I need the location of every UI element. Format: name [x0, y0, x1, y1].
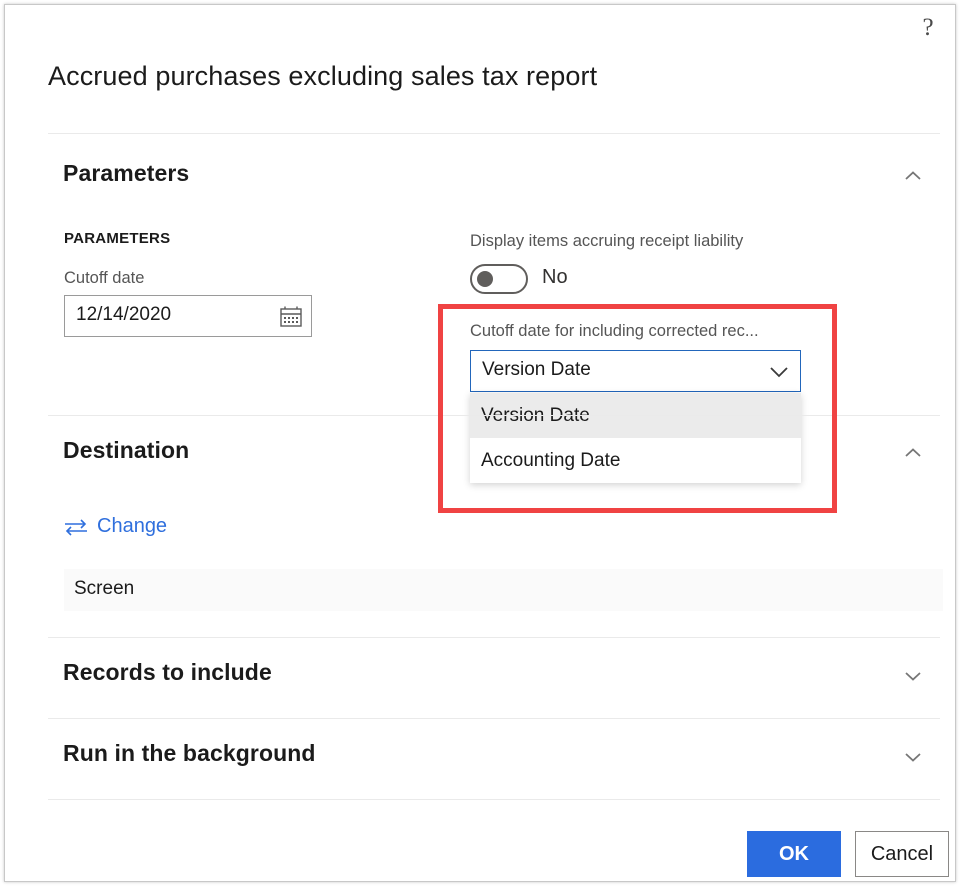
- section-title-destination: Destination: [63, 437, 190, 463]
- cutoff-date-label: Cutoff date: [64, 269, 145, 287]
- divider-destination: [48, 637, 940, 638]
- chevron-down-icon[interactable]: [902, 746, 924, 768]
- cutoff-date-value: 12/14/2020: [76, 304, 172, 325]
- display-items-value: No: [542, 266, 568, 288]
- section-title-run-in-background: Run in the background: [63, 740, 316, 766]
- report-dialog: ? Accrued purchases excluding sales tax …: [4, 4, 956, 882]
- change-destination-button[interactable]: Change: [64, 515, 167, 538]
- chevron-down-icon[interactable]: [768, 363, 790, 381]
- swap-arrows-icon: [64, 518, 88, 536]
- section-header-run-in-background[interactable]: Run in the background: [48, 740, 940, 780]
- corrected-receipts-label: Cutoff date for including corrected rec.…: [470, 322, 759, 340]
- display-items-label: Display items accruing receipt liability: [470, 232, 744, 250]
- divider-footer: [48, 799, 940, 800]
- chevron-up-icon[interactable]: [902, 443, 924, 465]
- cutoff-date-input[interactable]: 12/14/2020: [64, 295, 312, 337]
- corrected-receipts-value: Version Date: [482, 359, 591, 380]
- section-title-records-to-include: Records to include: [63, 659, 272, 685]
- section-header-records-to-include[interactable]: Records to include: [48, 659, 940, 699]
- divider-parameters: [48, 415, 940, 416]
- change-destination-label: Change: [97, 515, 168, 537]
- display-items-toggle[interactable]: [470, 264, 528, 294]
- divider-records: [48, 718, 940, 719]
- corrected-receipts-combobox[interactable]: Version Date: [470, 350, 801, 392]
- divider-header: [48, 133, 940, 134]
- parameters-group-label: PARAMETERS: [64, 230, 171, 247]
- cancel-button[interactable]: Cancel: [855, 831, 949, 877]
- help-icon[interactable]: ?: [911, 11, 945, 45]
- toggle-knob: [477, 271, 493, 287]
- section-header-parameters[interactable]: Parameters: [48, 160, 940, 200]
- chevron-down-icon[interactable]: [902, 665, 924, 687]
- page-title: Accrued purchases excluding sales tax re…: [48, 61, 598, 91]
- ok-button[interactable]: OK: [747, 831, 841, 877]
- destination-value-row[interactable]: Screen: [64, 569, 943, 611]
- destination-value: Screen: [74, 578, 135, 599]
- section-title-parameters: Parameters: [63, 160, 190, 186]
- chevron-up-icon[interactable]: [902, 166, 924, 188]
- section-header-destination[interactable]: Destination: [48, 437, 940, 477]
- calendar-icon[interactable]: [280, 306, 302, 327]
